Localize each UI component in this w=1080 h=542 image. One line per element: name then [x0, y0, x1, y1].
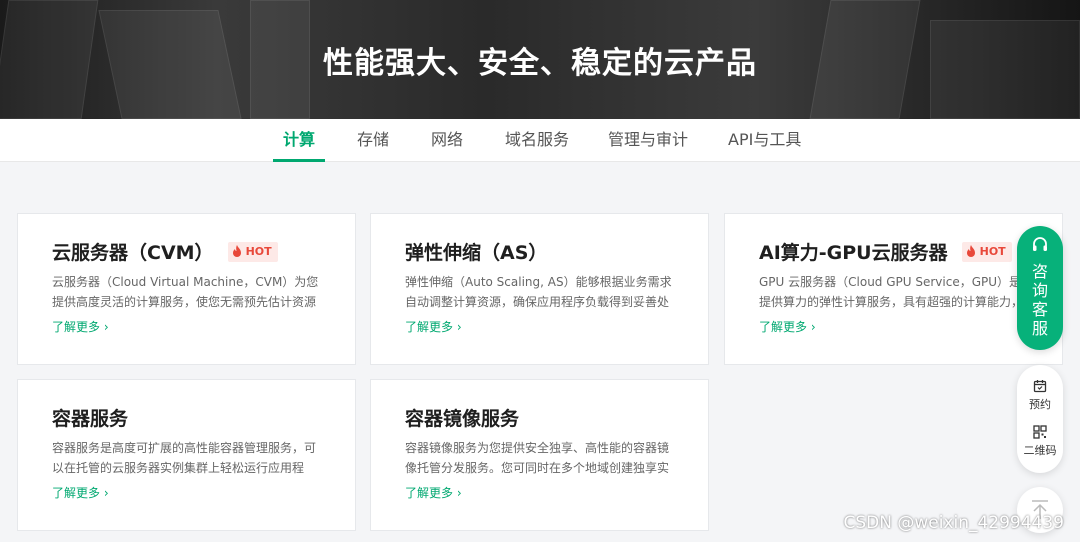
card-description: 弹性伸缩（Auto Scaling, AS）能够根据业务需求自动调整计算资源，确… [405, 275, 672, 309]
card-title-wrap: 容器服务 [52, 404, 128, 431]
reserve-button[interactable]: 预约 [1017, 379, 1063, 412]
hot-badge: HOT [227, 241, 278, 262]
card-title: 云服务器（CVM） [52, 242, 214, 264]
qrcode-button[interactable]: 二维码 [1017, 425, 1063, 458]
learn-more-link[interactable]: 了解更多 › [759, 318, 816, 335]
card-title-wrap: 云服务器（CVM） HOT [52, 238, 278, 265]
card-title-wrap: AI算力-GPU云服务器 HOT [759, 238, 1012, 265]
card-description: GPU 云服务器（Cloud GPU Service，GPU）是提供算力的弹性计… [759, 275, 1023, 309]
card-description: 容器镜像服务为您提供安全独享、高性能的容器镜像托管分发服务。您可同时在多个地域创… [405, 441, 670, 475]
hot-label: HOT [245, 245, 272, 258]
calendar-icon [1033, 380, 1047, 393]
learn-more-label: 了解更多 [405, 320, 454, 334]
tab-api-tools[interactable]: API与工具 [728, 119, 801, 162]
card-title: AI算力-GPU云服务器 [759, 242, 948, 264]
consult-char: 服 [1031, 319, 1048, 338]
card-title: 弹性伸缩（AS） [405, 242, 548, 264]
chevron-right-icon: › [103, 486, 109, 500]
chevron-right-icon: › [810, 320, 816, 334]
tab-domain[interactable]: 域名服务 [505, 119, 569, 162]
side-tools-panel: 预约 二维码 [1017, 365, 1063, 473]
learn-more-link[interactable]: 了解更多 › [52, 484, 109, 501]
card-title-wrap: 容器镜像服务 [405, 404, 519, 431]
reserve-label: 预约 [1029, 398, 1051, 411]
card-title: 容器服务 [52, 408, 129, 430]
hot-label: HOT [979, 245, 1006, 258]
banner-title: 性能强大、安全、稳定的云产品 [323, 46, 757, 81]
card-description: 云服务器（Cloud Virtual Machine，CVM）为您提供高度灵活的… [52, 275, 319, 309]
category-tabs: 计算 存储 网络 域名服务 管理与审计 API与工具 [0, 119, 1080, 162]
card-title: 容器镜像服务 [405, 408, 520, 430]
consult-char: 客 [1031, 300, 1048, 319]
tab-network[interactable]: 网络 [431, 119, 463, 162]
flame-icon [966, 245, 975, 257]
tab-storage[interactable]: 存储 [357, 119, 389, 162]
learn-more-link[interactable]: 了解更多 › [405, 318, 462, 335]
learn-more-label: 了解更多 [405, 486, 454, 500]
consult-label: 咨 询 客 服 [1017, 258, 1063, 338]
qrcode-label: 二维码 [1023, 444, 1057, 457]
learn-more-label: 了解更多 [759, 320, 808, 334]
learn-more-link[interactable]: 了解更多 › [52, 318, 109, 335]
chevron-right-icon: › [456, 320, 462, 334]
consult-service-button[interactable]: 咨 询 客 服 [1017, 226, 1063, 350]
tab-compute[interactable]: 计算 [272, 119, 326, 162]
consult-char: 询 [1031, 281, 1048, 300]
product-card-gpu[interactable]: AI算力-GPU云服务器 HOT GPU 云服务器（Cloud GPU Serv… [724, 213, 1063, 365]
qrcode-icon [1033, 425, 1047, 439]
product-card-container[interactable]: 容器服务 容器服务是高度可扩展的高性能容器管理服务，可以在托管的云服务器实例集群… [17, 379, 356, 531]
product-card-as[interactable]: 弹性伸缩（AS） 弹性伸缩（Auto Scaling, AS）能够根据业务需求自… [370, 213, 709, 365]
hero-banner: 性能强大、安全、稳定的云产品 [0, 0, 1080, 119]
chevron-right-icon: › [456, 486, 462, 500]
flame-icon [232, 245, 241, 257]
watermark: CSDN @weixin_42994439 [843, 513, 1064, 533]
chevron-right-icon: › [103, 320, 109, 334]
card-description: 容器服务是高度可扩展的高性能容器管理服务，可以在托管的云服务器实例集群上轻松运行… [52, 441, 317, 475]
learn-more-label: 了解更多 [52, 486, 101, 500]
card-title-wrap: 弹性伸缩（AS） [405, 238, 547, 265]
learn-more-label: 了解更多 [52, 320, 101, 334]
tab-management[interactable]: 管理与审计 [608, 119, 688, 162]
learn-more-link[interactable]: 了解更多 › [405, 484, 462, 501]
headset-icon [1033, 237, 1047, 251]
product-card-cvm[interactable]: 云服务器（CVM） HOT 云服务器（Cloud Virtual Machine… [17, 213, 356, 365]
consult-char: 咨 [1031, 262, 1048, 281]
product-card-registry[interactable]: 容器镜像服务 容器镜像服务为您提供安全独享、高性能的容器镜像托管分发服务。您可同… [370, 379, 709, 531]
hot-badge: HOT [961, 241, 1012, 262]
